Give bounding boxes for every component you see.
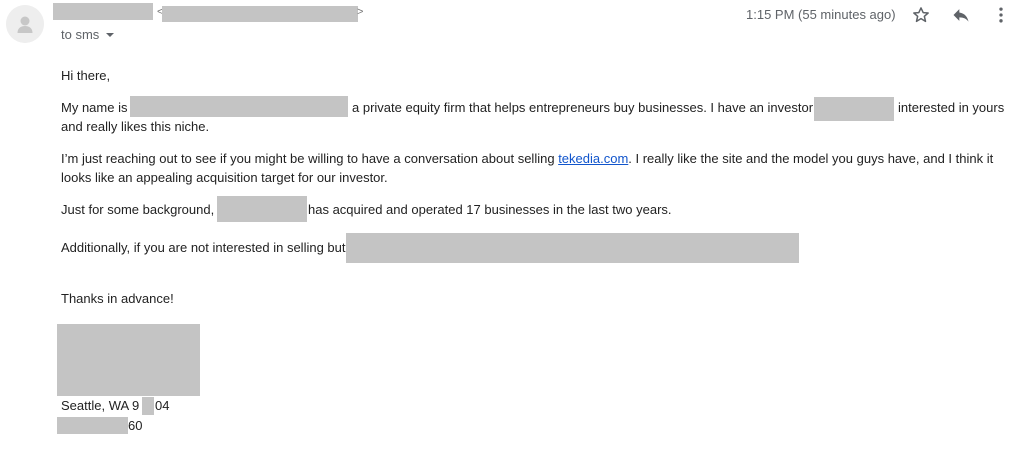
redacted-zip-digits [142,397,154,415]
more-vert-icon [999,7,1003,23]
redacted-signature-block [57,324,200,396]
paragraph-additional: Additionally, if you are not interested … [61,240,346,255]
paragraph-background-start: Just for some background, [61,202,215,217]
email-timestamp: 1:15 PM (55 minutes ago) [746,7,896,22]
email-close-angle: > [357,6,364,18]
redacted-additional-text [346,233,799,263]
sender-name-redacted [53,3,153,20]
paragraph-intro-line2: and really likes this niche. [61,119,210,134]
redacted-phone [57,417,128,434]
redacted-company [217,196,307,222]
paragraph-intro-start: My name is [61,100,128,115]
reply-button[interactable] [950,4,972,26]
paragraph-selling-start: I’m just reaching out to see if you migh… [61,151,555,166]
recipient-label: to sms [61,27,100,42]
star-button[interactable] [910,4,932,26]
signature-phone-tail: 60 [128,418,143,433]
recipient-details-toggle[interactable]: to sms [61,27,115,42]
person-icon [6,5,44,43]
closing-line: Thanks in advance! [61,291,174,306]
paragraph-selling-line2: looks like an appealing acquisition targ… [61,170,388,185]
reply-icon [953,9,969,22]
star-icon [913,7,929,23]
paragraph-selling-end: . I really like the site and the model y… [628,151,994,166]
chevron-down-icon [106,33,115,37]
paragraph-intro-end: interested in yours [898,100,1005,115]
paragraph-selling: I’m just reaching out to see if you migh… [61,149,993,168]
website-link[interactable]: tekedia.com [558,151,628,166]
redacted-investor [814,97,894,121]
paragraph-background-end: has acquired and operated 17 businesses … [308,202,672,217]
sender-avatar[interactable] [6,5,44,43]
redacted-name-firm [130,96,348,117]
greeting: Hi there, [61,68,111,83]
sender-email-redacted [162,6,358,22]
signature-address-start: Seattle, WA 9 [61,398,140,413]
more-options-button[interactable] [990,4,1011,26]
paragraph-intro-mid: a private equity firm that helps entrepr… [352,100,814,115]
signature-address-end: 04 [155,398,170,413]
